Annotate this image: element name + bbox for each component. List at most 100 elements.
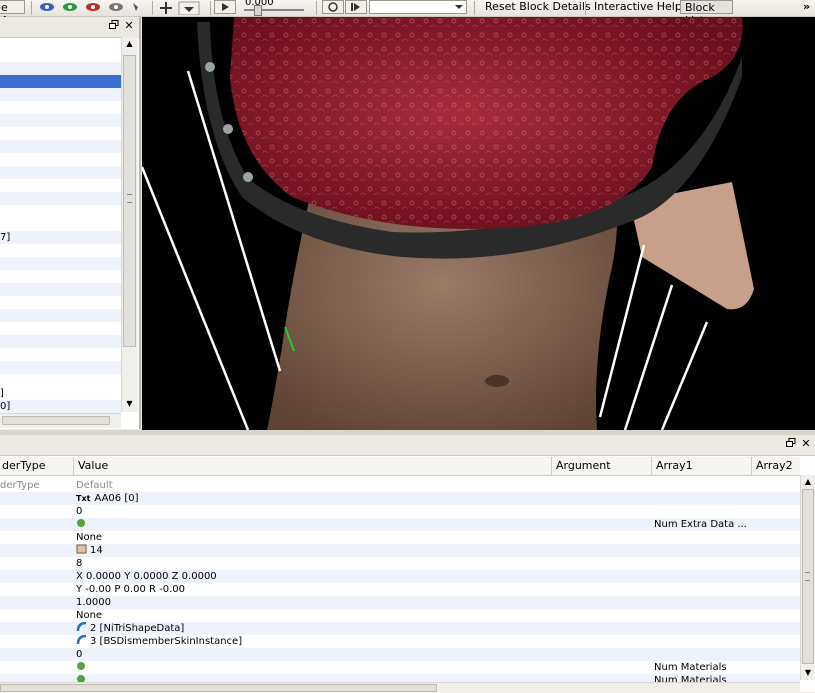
block-list-button[interactable]: Block List <box>680 0 733 27</box>
table-row[interactable]: Y -0.00 P 0.00 R -0.00 <box>0 583 800 596</box>
scroll-down-icon[interactable]: ▼ <box>802 668 814 677</box>
tree-row[interactable] <box>0 62 121 75</box>
tree-row[interactable] <box>0 205 121 218</box>
table-row[interactable]: 8 <box>0 557 800 570</box>
table-row[interactable]: 14 <box>0 544 800 557</box>
tree-row[interactable] <box>0 166 121 179</box>
tree-row[interactable] <box>0 153 121 166</box>
link-icon[interactable] <box>76 635 87 645</box>
float-icon[interactable] <box>785 438 797 450</box>
tree-row[interactable] <box>0 335 121 348</box>
tree-row[interactable] <box>0 348 121 361</box>
interactive-help-button[interactable]: Interactive Help <box>594 0 682 13</box>
tree-row[interactable] <box>0 361 121 374</box>
step-button[interactable] <box>345 0 367 14</box>
button-detail <box>223 124 233 134</box>
toolbar-separator <box>316 1 317 15</box>
tree-vertical-scrollbar[interactable]: ▲ ▼ <box>121 37 138 412</box>
recycle-icon[interactable] <box>76 518 87 528</box>
time-slider-thumb[interactable] <box>254 5 262 16</box>
tree-row[interactable] <box>0 49 121 62</box>
tree-row[interactable] <box>0 179 121 192</box>
link-icon[interactable] <box>76 622 87 632</box>
tree-row[interactable] <box>0 218 121 231</box>
main-toolbar: e As 0.000 Reset Block Details Interacti… <box>0 0 815 27</box>
tree-row[interactable] <box>0 283 121 296</box>
tree-row[interactable] <box>0 101 121 114</box>
txt-icon: Txt <box>76 494 91 503</box>
toolbar-overflow-icon[interactable]: » <box>803 0 810 13</box>
cell-value: X 0.0000 Y 0.0000 Z 0.0000 <box>76 571 217 582</box>
table-row[interactable]: 3 [BSDismemberSkinInstance] <box>0 635 800 648</box>
cell-value: None <box>76 532 103 543</box>
close-icon[interactable]: ✕ <box>123 20 135 32</box>
cell-value: 0 <box>76 506 83 517</box>
tree-row[interactable]: 7] <box>0 231 121 244</box>
table-row[interactable]: Num Materials <box>0 674 800 682</box>
tree-row[interactable] <box>0 244 121 257</box>
column-header-type[interactable]: derType <box>0 457 73 475</box>
grip-icon <box>805 572 810 581</box>
tree-row[interactable] <box>0 322 121 335</box>
table-row[interactable]: None <box>0 531 800 544</box>
table-row[interactable]: Num Materials <box>0 661 800 674</box>
tree-row[interactable] <box>0 140 121 153</box>
scroll-up-icon[interactable]: ▲ <box>802 477 814 486</box>
loop-button[interactable] <box>322 0 344 14</box>
view-toggle-icons <box>40 3 138 11</box>
table-row[interactable]: 1.0000 <box>0 596 800 609</box>
step-icon <box>351 3 360 11</box>
table-row[interactable]: 0 <box>0 505 800 518</box>
recycle-icon[interactable] <box>76 661 87 671</box>
tree-row-selected[interactable] <box>0 75 121 88</box>
close-icon[interactable]: ✕ <box>800 438 812 450</box>
scroll-up-icon[interactable]: ▲ <box>123 39 136 49</box>
details-vertical-scrollbar[interactable]: ▲ ▼ <box>800 475 815 680</box>
time-slider-track[interactable] <box>244 9 304 11</box>
animation-select[interactable] <box>369 0 467 14</box>
column-header-array1[interactable]: Array1 <box>651 457 751 475</box>
tree-row[interactable] <box>0 127 121 140</box>
tree-row[interactable] <box>0 309 121 322</box>
scroll-down-icon[interactable]: ▼ <box>123 399 136 409</box>
recycle-icon[interactable] <box>76 674 87 682</box>
table-row[interactable]: 0 <box>0 648 800 661</box>
details-horizontal-scrollbar[interactable] <box>0 682 800 693</box>
tree-row[interactable] <box>0 257 121 270</box>
float-icon[interactable] <box>108 20 120 32</box>
column-header-argument[interactable]: Argument <box>551 457 651 475</box>
save-as-button[interactable]: e As <box>0 0 25 27</box>
scrollbar-thumb[interactable] <box>123 55 136 347</box>
3d-viewport[interactable] <box>142 17 815 430</box>
scrollbar-thumb[interactable] <box>802 489 814 664</box>
table-row[interactable]: derType Default <box>0 479 800 492</box>
details-column-header: derType Value Argument Array1 Array2 <box>0 457 800 476</box>
move-tool-icon[interactable] <box>160 2 172 14</box>
model-render <box>142 17 754 430</box>
column-header-value[interactable]: Value <box>73 457 551 475</box>
block-list-panel: ✕ 7] ] 0] ▲ ▼ <box>0 17 141 429</box>
tree-horizontal-scrollbar[interactable] <box>0 413 121 428</box>
table-row[interactable]: Txt AA06 [0] <box>0 492 800 505</box>
table-row[interactable]: 2 [NiTriShapeData] <box>0 622 800 635</box>
reset-block-details-button[interactable]: Reset Block Details <box>485 0 591 13</box>
play-icon <box>222 3 229 11</box>
tree-row[interactable] <box>0 114 121 127</box>
scrollbar-thumb[interactable] <box>2 416 110 425</box>
footprint-icon[interactable] <box>133 3 138 11</box>
cell-value: 3 [BSDismemberSkinInstance] <box>90 636 243 647</box>
tree-row[interactable] <box>0 296 121 309</box>
tree-row[interactable] <box>0 88 121 101</box>
table-row[interactable]: Num Extra Data ... <box>0 518 800 531</box>
cell-value: 8 <box>76 558 83 569</box>
table-row[interactable]: X 0.0000 Y 0.0000 Z 0.0000 <box>0 570 800 583</box>
tree-row[interactable] <box>0 192 121 205</box>
tree-row[interactable]: ] <box>0 387 121 400</box>
cell-array1: Num Materials <box>654 675 727 682</box>
scrollbar-thumb[interactable] <box>0 684 437 692</box>
table-row[interactable]: None <box>0 609 800 622</box>
tree-row[interactable]: 0] <box>0 400 121 413</box>
column-header-array2[interactable]: Array2 <box>751 457 800 475</box>
tree-row[interactable] <box>0 270 121 283</box>
play-button[interactable] <box>214 0 236 14</box>
